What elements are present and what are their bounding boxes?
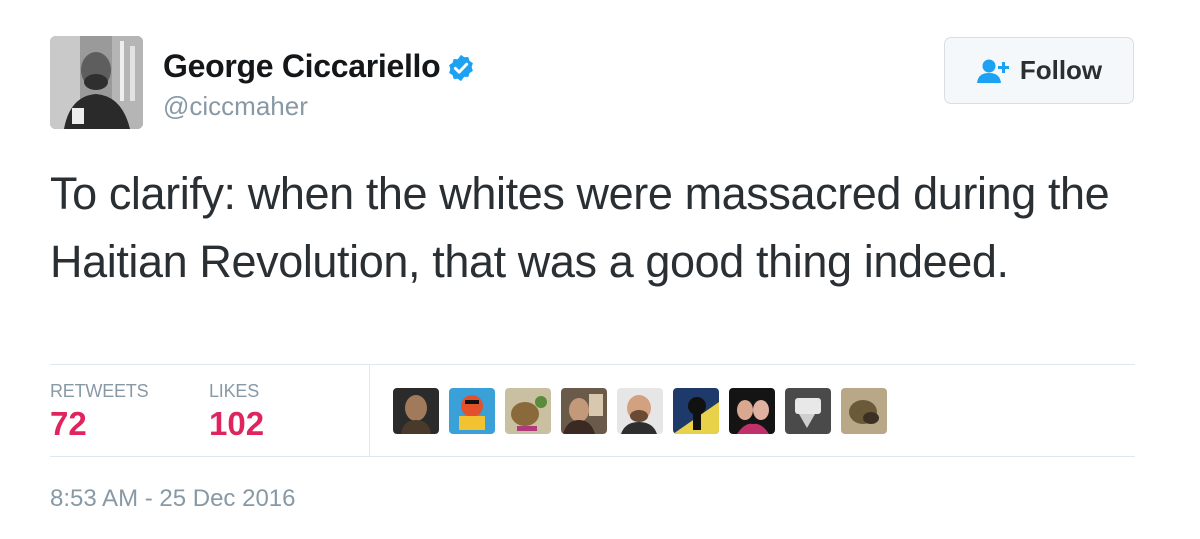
follow-button-label: Follow	[1019, 55, 1103, 85]
liker-avatar[interactable]	[449, 388, 495, 434]
retweets-label: RETWEETS	[50, 381, 149, 401]
tweet-text: To clarify: when the whites were massacr…	[50, 168, 1110, 287]
liker-avatar[interactable]	[785, 388, 831, 434]
liker-avatar[interactable]	[561, 388, 607, 434]
follow-button[interactable]: Follow	[944, 37, 1134, 104]
liker-avatar[interactable]	[393, 388, 439, 434]
likes-count: 102	[209, 405, 265, 442]
retweets-count: 72	[50, 405, 87, 442]
verified-badge-icon	[449, 54, 474, 81]
retweets-stat[interactable]: RETWEETS 72	[50, 381, 149, 443]
stats-divider-top	[50, 364, 1135, 365]
tweet-timestamp[interactable]: 8:53 AM - 25 Dec 2016	[50, 485, 295, 513]
author-name-row: George Ciccariello	[163, 48, 476, 85]
author-name[interactable]: George Ciccariello	[163, 48, 441, 85]
stats-vertical-divider	[369, 365, 370, 456]
liker-avatar[interactable]	[673, 388, 719, 434]
liker-avatar[interactable]	[729, 388, 775, 434]
follow-person-plus-icon	[976, 59, 1009, 83]
author-avatar[interactable]	[50, 36, 143, 129]
likes-stat[interactable]: LIKES 102	[209, 381, 264, 443]
liker-avatar[interactable]	[505, 388, 551, 434]
author-info: George Ciccariello @ciccmaher	[163, 48, 476, 122]
author-handle[interactable]: @ciccmaher	[163, 91, 476, 122]
stats-divider-bottom	[50, 456, 1135, 457]
liker-avatar[interactable]	[841, 388, 887, 434]
liker-avatars	[393, 388, 897, 434]
likes-label: LIKES	[209, 381, 260, 401]
liker-avatar[interactable]	[617, 388, 663, 434]
